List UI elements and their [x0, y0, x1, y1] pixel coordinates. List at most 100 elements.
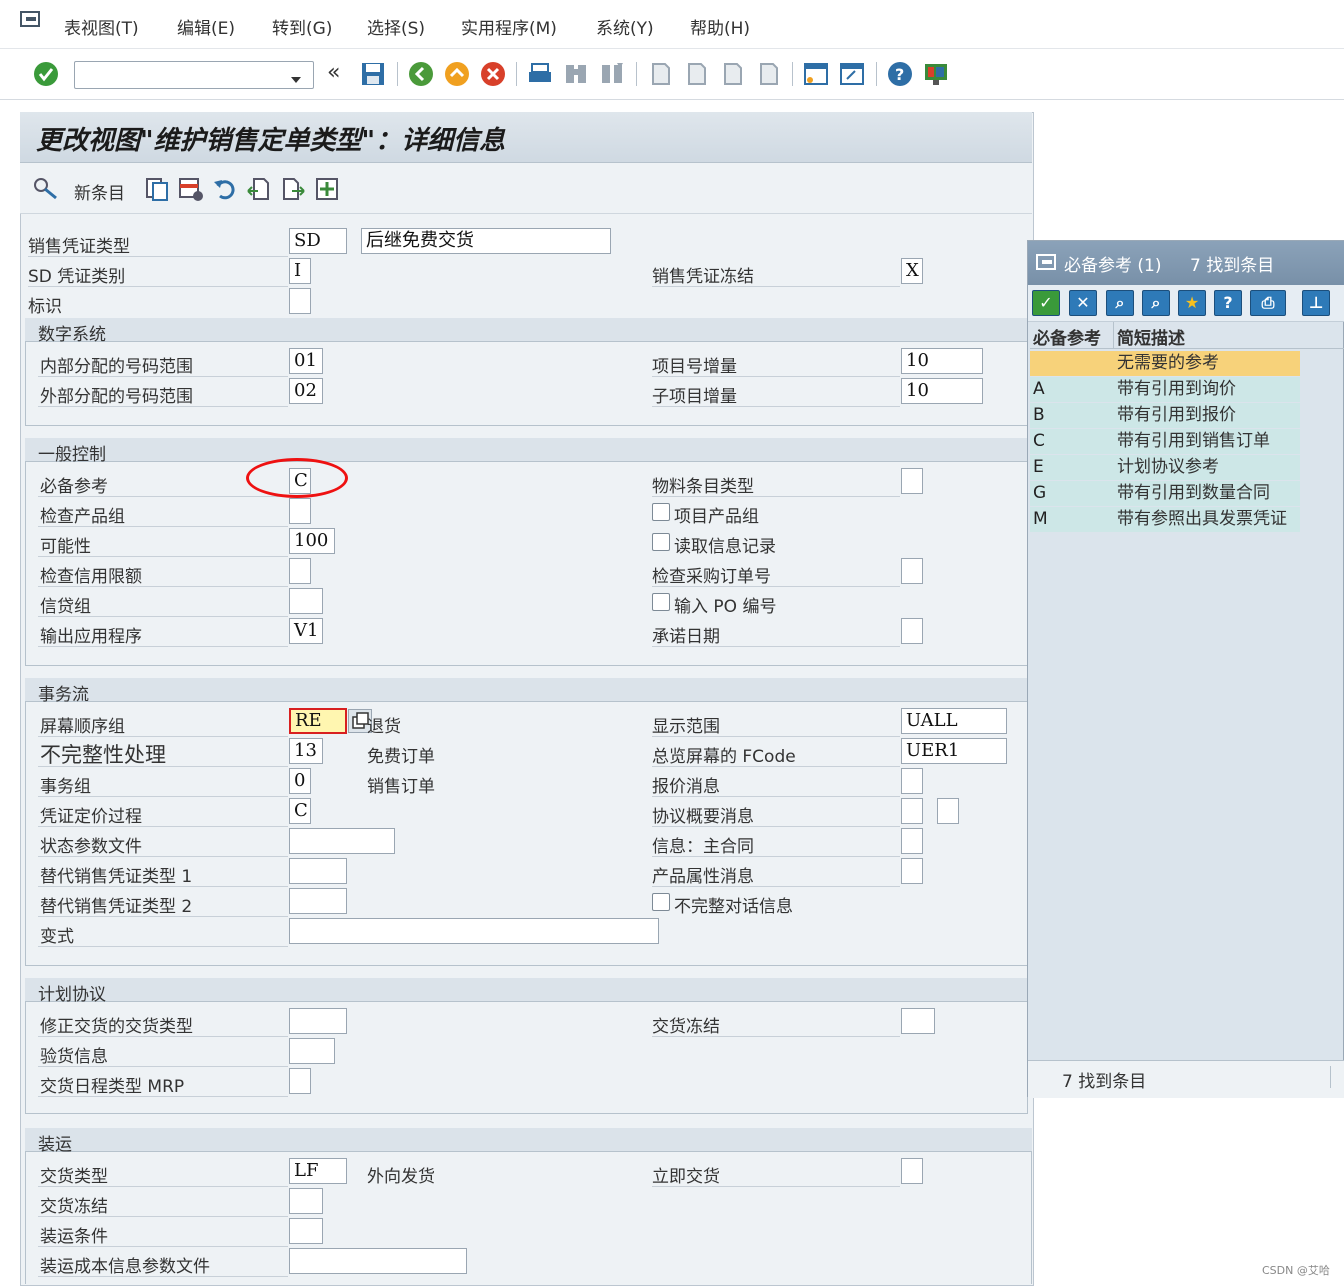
copy-as-icon[interactable]	[144, 176, 170, 202]
menu-goto[interactable]: 转到(G)	[272, 14, 332, 39]
incomplete-dialog-checkbox[interactable]	[652, 893, 670, 911]
popup-column-desc[interactable]: 简短描述	[1117, 324, 1185, 349]
popup-find-icon[interactable]: ⌕	[1106, 290, 1134, 316]
popup-cancel-icon[interactable]: ✕	[1069, 290, 1097, 316]
alt-sales-doc-type-1-field[interactable]	[289, 858, 347, 884]
shipping-delivery-block-field[interactable]	[289, 1188, 323, 1214]
overview-fcode-field[interactable]: UER1	[901, 738, 1007, 764]
list-item-desc[interactable]: 带有引用到报价	[1114, 403, 1300, 428]
commitment-date-field[interactable]	[901, 618, 923, 644]
shortcut-icon[interactable]	[839, 61, 865, 87]
sales-doc-type-field[interactable]: SD	[289, 228, 347, 254]
exit-icon[interactable]	[444, 61, 470, 87]
popup-favorite-icon[interactable]: ★	[1178, 290, 1206, 316]
last-page-icon[interactable]	[755, 61, 781, 87]
popup-print-icon[interactable]: ⎙	[1250, 290, 1286, 316]
list-item-desc[interactable]: 计划协议参考	[1114, 455, 1300, 480]
next-page-icon[interactable]	[719, 61, 745, 87]
list-item-desc[interactable]: 带有引用到询价	[1114, 377, 1300, 402]
list-item-desc[interactable]: 带有引用到数量合同	[1114, 481, 1300, 506]
delivery-block-field[interactable]	[901, 1008, 935, 1034]
menu-icon[interactable]	[20, 10, 42, 30]
subitem-increment-field[interactable]: 10	[901, 378, 983, 404]
correction-delivery-type-field[interactable]	[289, 1008, 347, 1034]
popup-pin-icon[interactable]: ⊥	[1302, 290, 1330, 316]
cancel-icon[interactable]	[480, 61, 506, 87]
list-item-key[interactable]: M	[1030, 507, 1114, 532]
menu-system[interactable]: 系统(Y)	[596, 14, 654, 39]
previous-page-icon[interactable]	[683, 61, 709, 87]
save-icon[interactable]	[360, 61, 386, 87]
list-item-key[interactable]: E	[1030, 455, 1114, 480]
internal-number-range-field[interactable]: 01	[289, 348, 323, 374]
read-info-record-checkbox[interactable]	[652, 533, 670, 551]
previous-entry-icon[interactable]	[246, 176, 272, 202]
menu-edit[interactable]: 编辑(E)	[177, 14, 235, 39]
back-icon[interactable]	[408, 61, 434, 87]
find-icon[interactable]	[563, 61, 589, 87]
help-icon[interactable]: ?	[887, 61, 913, 87]
command-field[interactable]	[74, 61, 314, 89]
screen-sequence-field[interactable]: RE	[289, 708, 347, 734]
back-double-icon[interactable]: «	[327, 60, 340, 85]
sd-category-field[interactable]: I	[289, 258, 311, 284]
status-profile-field[interactable]	[289, 828, 395, 854]
shipping-cost-profile-field[interactable]	[289, 1248, 467, 1274]
check-division-field[interactable]	[289, 498, 311, 524]
next-entry-icon[interactable]	[280, 176, 306, 202]
menu-utilities[interactable]: 实用程序(M)	[461, 14, 557, 39]
incompletion-field[interactable]: 13	[289, 738, 323, 764]
list-item-key[interactable]: B	[1030, 403, 1114, 428]
item-increment-field[interactable]: 10	[901, 348, 983, 374]
agreement-messages-field[interactable]	[901, 798, 923, 824]
popup-menu-icon[interactable]	[1036, 253, 1058, 273]
enter-po-number-checkbox[interactable]	[652, 593, 670, 611]
quotation-messages-field[interactable]	[901, 768, 923, 794]
item-category-field[interactable]	[901, 468, 923, 494]
menu-help[interactable]: 帮助(H)	[690, 14, 750, 39]
output-application-field[interactable]: V1	[289, 618, 323, 644]
display-range-field[interactable]: UALL	[901, 708, 1007, 734]
list-item-key[interactable]: C	[1030, 429, 1114, 454]
alt-sales-doc-type-2-field[interactable]	[289, 888, 347, 914]
agreement-messages-field-2[interactable]	[937, 798, 959, 824]
master-contract-field[interactable]	[901, 828, 923, 854]
check-credit-limit-field[interactable]	[289, 558, 311, 584]
list-item-desc[interactable]: 带有参照出具发票凭证	[1114, 507, 1300, 532]
popup-column-key[interactable]: 必备参考	[1033, 324, 1101, 349]
chevron-down-icon[interactable]	[290, 70, 302, 83]
enter-check-icon[interactable]	[33, 61, 59, 87]
immediate-delivery-field[interactable]	[901, 1158, 923, 1184]
mrp-schedule-type-field[interactable]	[289, 1068, 311, 1094]
pricing-procedure-field[interactable]: C	[289, 798, 311, 824]
list-item-key[interactable]: A	[1030, 377, 1114, 402]
new-entries-button[interactable]: 新条目	[74, 179, 125, 204]
menu-selection[interactable]: 选择(S)	[367, 14, 425, 39]
display-change-icon[interactable]	[32, 176, 60, 202]
check-po-number-field[interactable]	[901, 558, 923, 584]
transaction-group-field[interactable]: 0	[289, 768, 311, 794]
indicator-field[interactable]	[289, 288, 311, 314]
sales-doc-block-field[interactable]: X	[901, 258, 923, 284]
create-session-icon[interactable]	[803, 61, 829, 87]
print-icon[interactable]	[527, 61, 553, 87]
list-item-desc[interactable]: 带有引用到销售订单	[1114, 429, 1300, 454]
menu-table-view[interactable]: 表视图(T)	[64, 14, 139, 39]
variant-field[interactable]	[289, 918, 659, 944]
list-item-key[interactable]	[1030, 351, 1114, 376]
popup-find-next-icon[interactable]: ⌕	[1142, 290, 1170, 316]
delete-icon[interactable]	[178, 176, 204, 202]
customize-layout-icon[interactable]	[923, 61, 949, 87]
find-next-icon[interactable]	[599, 61, 625, 87]
delivery-type-field[interactable]: LF	[289, 1158, 347, 1184]
probability-field[interactable]: 100	[289, 528, 335, 554]
goods-receipt-info-field[interactable]	[289, 1038, 335, 1064]
list-item-key[interactable]: G	[1030, 481, 1114, 506]
item-division-checkbox[interactable]	[652, 503, 670, 521]
external-number-range-field[interactable]: 02	[289, 378, 323, 404]
shipping-conditions-field[interactable]	[289, 1218, 323, 1244]
popup-info-icon[interactable]: ?	[1214, 290, 1242, 316]
product-attribute-messages-field[interactable]	[901, 858, 923, 884]
first-page-icon[interactable]	[647, 61, 673, 87]
popup-confirm-icon[interactable]: ✓	[1032, 290, 1060, 316]
